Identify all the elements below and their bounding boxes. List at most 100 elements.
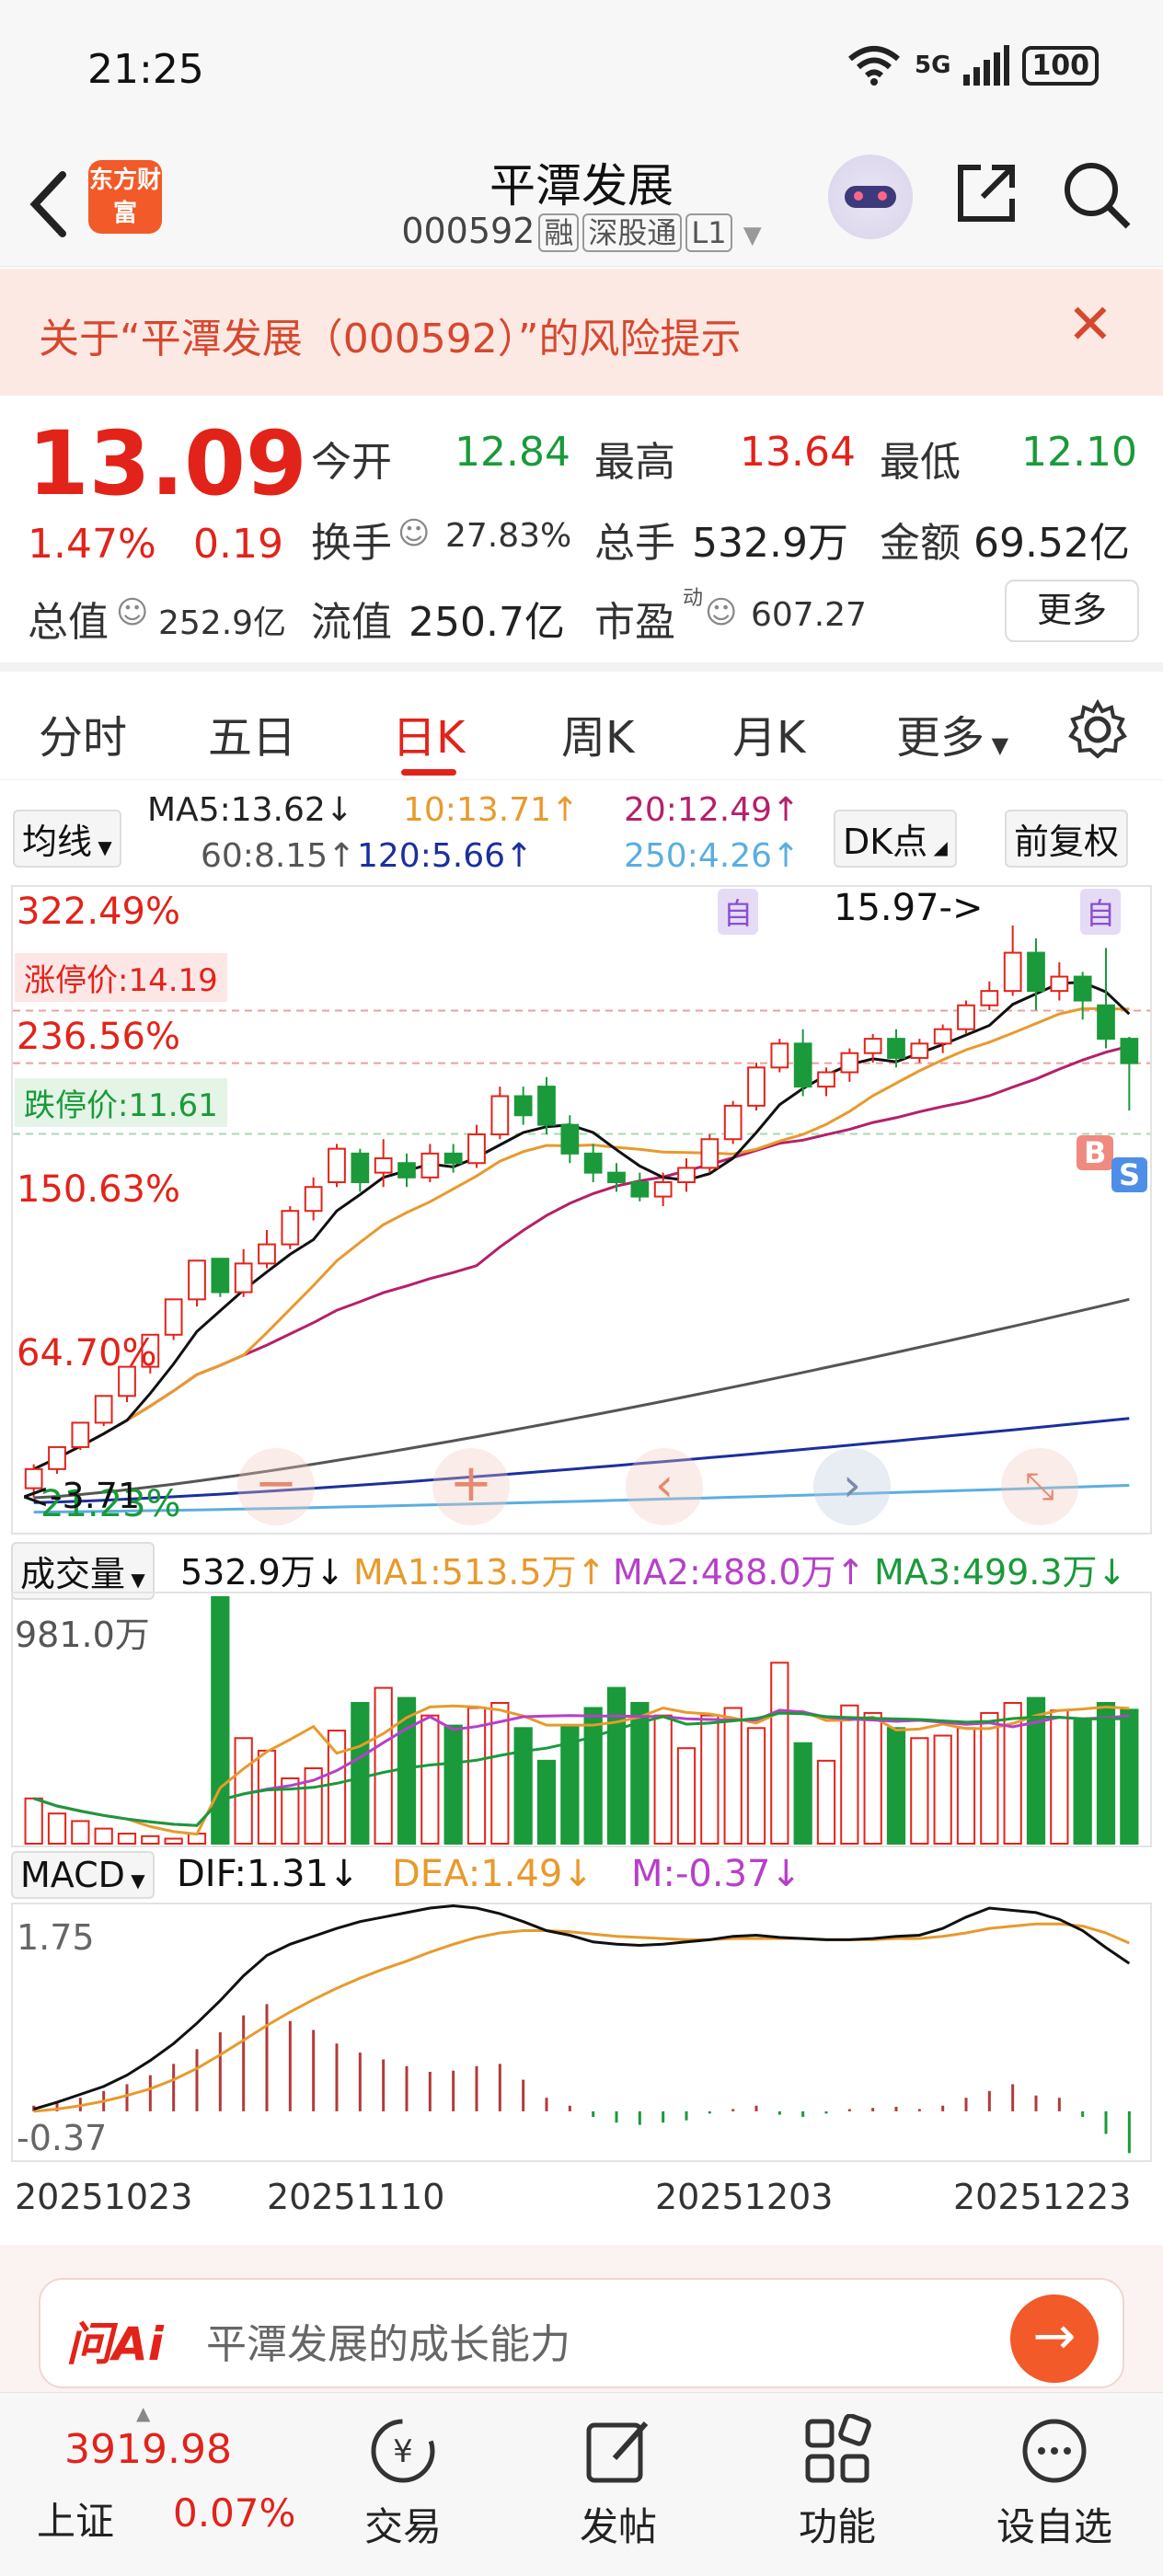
volume-chart[interactable]: 981.0万 [11,1592,1152,1847]
dropdown-icon: ▼ [743,222,762,249]
candle-body [1003,951,1022,993]
search-icon[interactable] [1062,160,1132,230]
ma-legend: 均线 ▼ MA5:13.62↓ 10:13.71↑ 20:12.49↑ 60:8… [0,791,1163,883]
network-label: 5G [915,52,951,79]
ma-selector[interactable]: 均线 ▼ [13,810,121,868]
candle-body [281,1210,300,1246]
zoom-in-button[interactable]: + [432,1448,510,1525]
close-icon[interactable]: ✕ [1067,293,1113,357]
high-label: 最高 [594,439,675,486]
volume-bar [536,1759,557,1845]
volume-value: 532.9万 [692,520,848,567]
ask-ai-box[interactable]: 问Ai 平潭发展的成长能力 → [39,2278,1124,2388]
ma10-value: 10:13.71↑ [403,791,580,829]
battery-level: 100 [1031,49,1090,82]
scroll-right-button[interactable]: › [813,1448,891,1525]
risk-banner[interactable]: 关于“平潭发展（000592）”的风险提示 ✕ [0,269,1163,396]
macd-selector-label: MACD [20,1855,125,1895]
macd-selector[interactable]: MACD ▼ [11,1851,155,1899]
volume-bar [443,1724,463,1845]
auto-marker[interactable]: 自 [1080,889,1122,935]
tab-daily-k[interactable]: 日K [392,701,465,765]
info-icon[interactable]: ☺ [397,515,430,552]
y-label-4: 64.70% [17,1332,157,1374]
tab-intraday[interactable]: 分时 [39,701,127,765]
y-label-3: 150.63% [17,1168,180,1211]
kline-chart[interactable]: 322.49% 涨停价:14.19 236.56% 跌停价:11.61 150.… [11,885,1152,1535]
volume-label: 总手 [594,520,675,567]
zoom-out-button[interactable]: − [237,1448,315,1525]
candle-body [188,1259,206,1301]
arrow-right-icon[interactable]: → [1010,2294,1099,2383]
more-button[interactable]: 更多 [1005,580,1139,642]
volume-bar [606,1686,627,1845]
index-value: 3919.98 [64,2426,232,2473]
nav-add-watchlist-label: 设自选 [996,2504,1112,2549]
adjust-selector[interactable]: 前复权 [1005,810,1129,868]
volume-bar [257,1749,277,1845]
share-icon[interactable] [953,160,1019,226]
pe-label: 市盈 [594,599,675,646]
candle-body [1073,975,1092,1002]
auto-marker[interactable]: 自 [718,889,759,935]
candle-body [723,1104,743,1141]
tab-monthly-k[interactable]: 月K [732,701,805,765]
macd-y-bottom: -0.37 [17,2118,108,2158]
limit-down-label: 跌停价:11.61 [15,1078,227,1127]
sell-marker[interactable]: S [1111,1157,1148,1192]
volume-bar [886,1727,906,1846]
candle-body [583,1152,603,1174]
assistant-robot-icon[interactable] [828,155,913,239]
candle-body [71,1421,90,1448]
candle-body [1120,1038,1139,1064]
nav-functions-label: 功能 [798,2504,876,2549]
index-name: 上证 [37,2499,115,2544]
date-label: 20251203 [655,2177,834,2217]
amount-value: 69.52亿 [973,520,1130,567]
nav-trade-label: 交易 [363,2504,442,2549]
volume-svg[interactable] [13,1593,1150,1846]
candle-body [443,1152,463,1165]
info-icon[interactable]: ☺ [705,594,737,631]
gear-icon[interactable] [1067,699,1128,760]
candle-body [607,1171,626,1184]
macd-dif: DIF:1.31↓ [177,1853,360,1895]
more-dots-icon [1022,2419,1087,2483]
nav-add-watchlist[interactable]: 设自选 [972,2411,1137,2552]
macd-svg[interactable] [13,1904,1150,2160]
ask-ai-prompt[interactable]: 平潭发展的成长能力 [206,2311,570,2370]
buy-marker[interactable]: B [1077,1135,1114,1170]
volume-bar [71,1820,90,1845]
volume-bar [513,1727,533,1846]
volume-bar [910,1737,929,1845]
ma60-value: 60:8.15↑ [201,837,356,875]
ask-ai-area: 问Ai 平潭发展的成长能力 → [0,2245,1163,2392]
candle-body [1097,1004,1115,1041]
nav-trade[interactable]: ¥ 交易 [320,2411,486,2552]
tag-connect: 深股通 [582,213,683,252]
candle-body [770,1042,789,1069]
candle-body [397,1162,416,1179]
grid-icon [805,2414,871,2483]
low-marker: <-3.71 [20,1476,141,1516]
info-icon[interactable]: ☺ [116,594,148,631]
candle-body [304,1186,323,1213]
stock-code: 000592 [401,211,535,251]
candle-body [817,1071,835,1088]
low-value: 12.10 [1021,429,1137,476]
candle-body [258,1243,276,1265]
nav-post[interactable]: 发帖 [535,2411,701,2552]
candle-body [980,990,999,1006]
macd-chart[interactable]: 1.75 -0.37 [11,1903,1152,2162]
nav-functions[interactable]: 功能 [754,2411,920,2552]
status-icons: 5G 100 [846,44,1100,86]
scroll-left-button[interactable]: ‹ [626,1448,703,1525]
fullscreen-icon[interactable]: ⤡ [1001,1448,1078,1525]
tab-weekly-k[interactable]: 周K [561,701,634,765]
volume-bar [374,1686,393,1845]
index-ticker[interactable]: ▲ 3919.98 上证 0.07% [37,2402,313,2559]
tab-five-day[interactable]: 五日 [208,701,296,765]
tab-more[interactable]: 更多 ▼ [896,701,1008,765]
dk-point-selector[interactable]: DK点 ◢ [834,810,957,868]
risk-banner-text[interactable]: 关于“平潭发展（000592）”的风险提示 [39,305,742,364]
